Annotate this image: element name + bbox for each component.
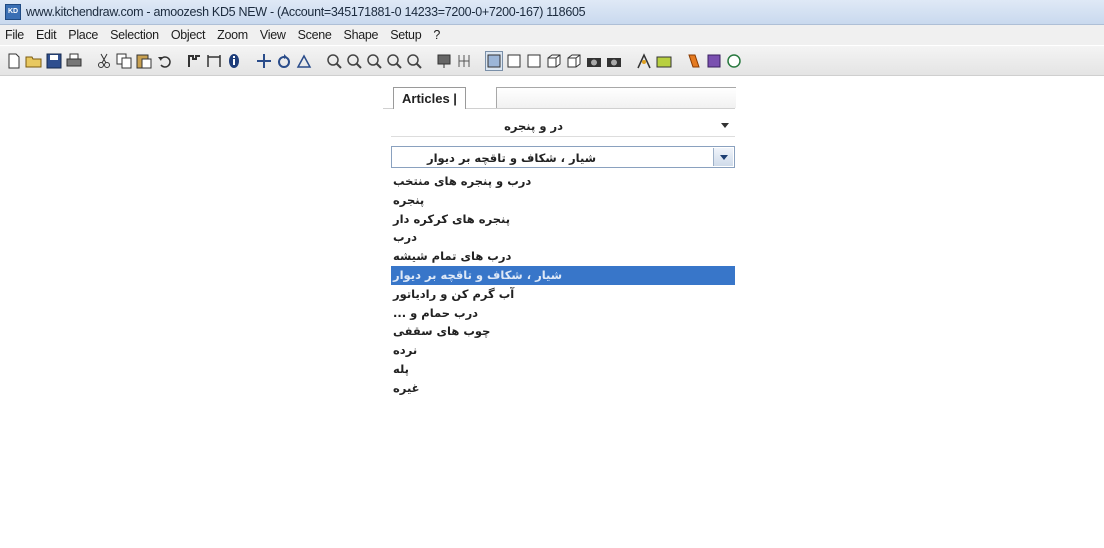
catalog-select-value: در و پنجره — [504, 119, 563, 133]
app-icon: KD — [5, 4, 21, 20]
list-item[interactable]: نرده — [391, 341, 735, 360]
menu-shape[interactable]: Shape — [338, 28, 385, 42]
menu-scene[interactable]: Scene — [292, 28, 338, 42]
move-icon[interactable] — [255, 51, 273, 71]
list-item[interactable]: درب حمام و ... — [391, 304, 735, 323]
iso-view-icon[interactable] — [545, 51, 563, 71]
chevron-down-icon[interactable] — [715, 115, 735, 135]
copy-icon[interactable] — [115, 51, 133, 71]
list-item[interactable]: پنجره — [391, 191, 735, 210]
elevation-icon[interactable] — [455, 51, 473, 71]
zoom-previous-icon[interactable] — [405, 51, 423, 71]
save-icon[interactable] — [45, 51, 63, 71]
front-view-icon[interactable] — [505, 51, 523, 71]
side-view-icon[interactable] — [525, 51, 543, 71]
menu-selection[interactable]: Selection — [104, 28, 165, 42]
rotate-icon[interactable] — [275, 51, 293, 71]
zoom-in-icon[interactable] — [325, 51, 343, 71]
menu-setup[interactable]: Setup — [384, 28, 427, 42]
measure-icon[interactable] — [185, 51, 203, 71]
list-item[interactable]: پله — [391, 360, 735, 379]
tab-bar: Articles | — [383, 86, 736, 109]
mirror-icon[interactable] — [295, 51, 313, 71]
new-file-icon[interactable] — [5, 51, 23, 71]
menu-view[interactable]: View — [254, 28, 292, 42]
web-icon[interactable] — [725, 51, 743, 71]
info-icon[interactable] — [225, 51, 243, 71]
category-select-value: شیار ، شکاف و تاقچه بر دیوار — [426, 151, 596, 165]
catalog-icon[interactable] — [685, 51, 703, 71]
list-item[interactable]: درب های تمام شیشه — [391, 247, 735, 266]
menu-zoom[interactable]: Zoom — [211, 28, 254, 42]
list-item[interactable]: غیره — [391, 379, 735, 398]
light-icon[interactable] — [635, 51, 653, 71]
zoom-window-icon[interactable] — [365, 51, 383, 71]
list-item[interactable]: آب گرم کن و رادیاتور — [391, 285, 735, 304]
camera-icon[interactable] — [585, 51, 603, 71]
list-item[interactable]: درب — [391, 228, 735, 247]
tab-strip — [496, 87, 736, 108]
undo-icon[interactable] — [155, 51, 173, 71]
toolbar — [0, 46, 1104, 76]
plan-view-icon[interactable] — [485, 50, 503, 71]
category-list: درب و پنجره های منتخب پنجره پنجره های کر… — [391, 172, 735, 398]
zoom-out-icon[interactable] — [345, 51, 363, 71]
paste-icon[interactable] — [135, 51, 153, 71]
list-item[interactable]: چوب های سقفی — [391, 322, 735, 341]
title-bar: KD www.kitchendraw.com - amoozesh KD5 NE… — [0, 0, 1104, 25]
category-select[interactable]: شیار ، شکاف و تاقچه بر دیوار — [391, 146, 735, 168]
menu-object[interactable]: Object — [165, 28, 211, 42]
menu-place[interactable]: Place — [62, 28, 104, 42]
menu-help[interactable]: ? — [427, 28, 446, 42]
shape-icon[interactable] — [655, 51, 673, 71]
perspective-view-icon[interactable] — [565, 51, 583, 71]
articles-panel: Articles | در و پنجره شیار ، شکاف و تاقچ… — [383, 86, 736, 546]
texture-icon[interactable] — [705, 51, 723, 71]
catalog-select[interactable]: در و پنجره — [391, 115, 735, 137]
dimension-icon[interactable] — [205, 51, 223, 71]
menu-bar: File Edit Place Selection Object Zoom Vi… — [0, 25, 1104, 45]
cut-icon[interactable] — [95, 51, 113, 71]
list-item-selected[interactable]: شیار ، شکاف و تاقچه بر دیوار — [391, 265, 735, 285]
render-icon[interactable] — [435, 51, 453, 71]
chevron-down-icon[interactable] — [713, 148, 733, 166]
open-folder-icon[interactable] — [25, 51, 43, 71]
camera2-icon[interactable] — [605, 51, 623, 71]
zoom-all-icon[interactable] — [385, 51, 403, 71]
print-icon[interactable] — [65, 51, 83, 71]
window-title: www.kitchendraw.com - amoozesh KD5 NEW -… — [26, 5, 586, 19]
list-item[interactable]: پنجره های کرکره دار — [391, 210, 735, 229]
list-item[interactable]: درب و پنجره های منتخب — [391, 172, 735, 191]
tab-articles[interactable]: Articles | — [393, 87, 466, 109]
menu-edit[interactable]: Edit — [30, 28, 62, 42]
menu-file[interactable]: File — [0, 28, 30, 42]
